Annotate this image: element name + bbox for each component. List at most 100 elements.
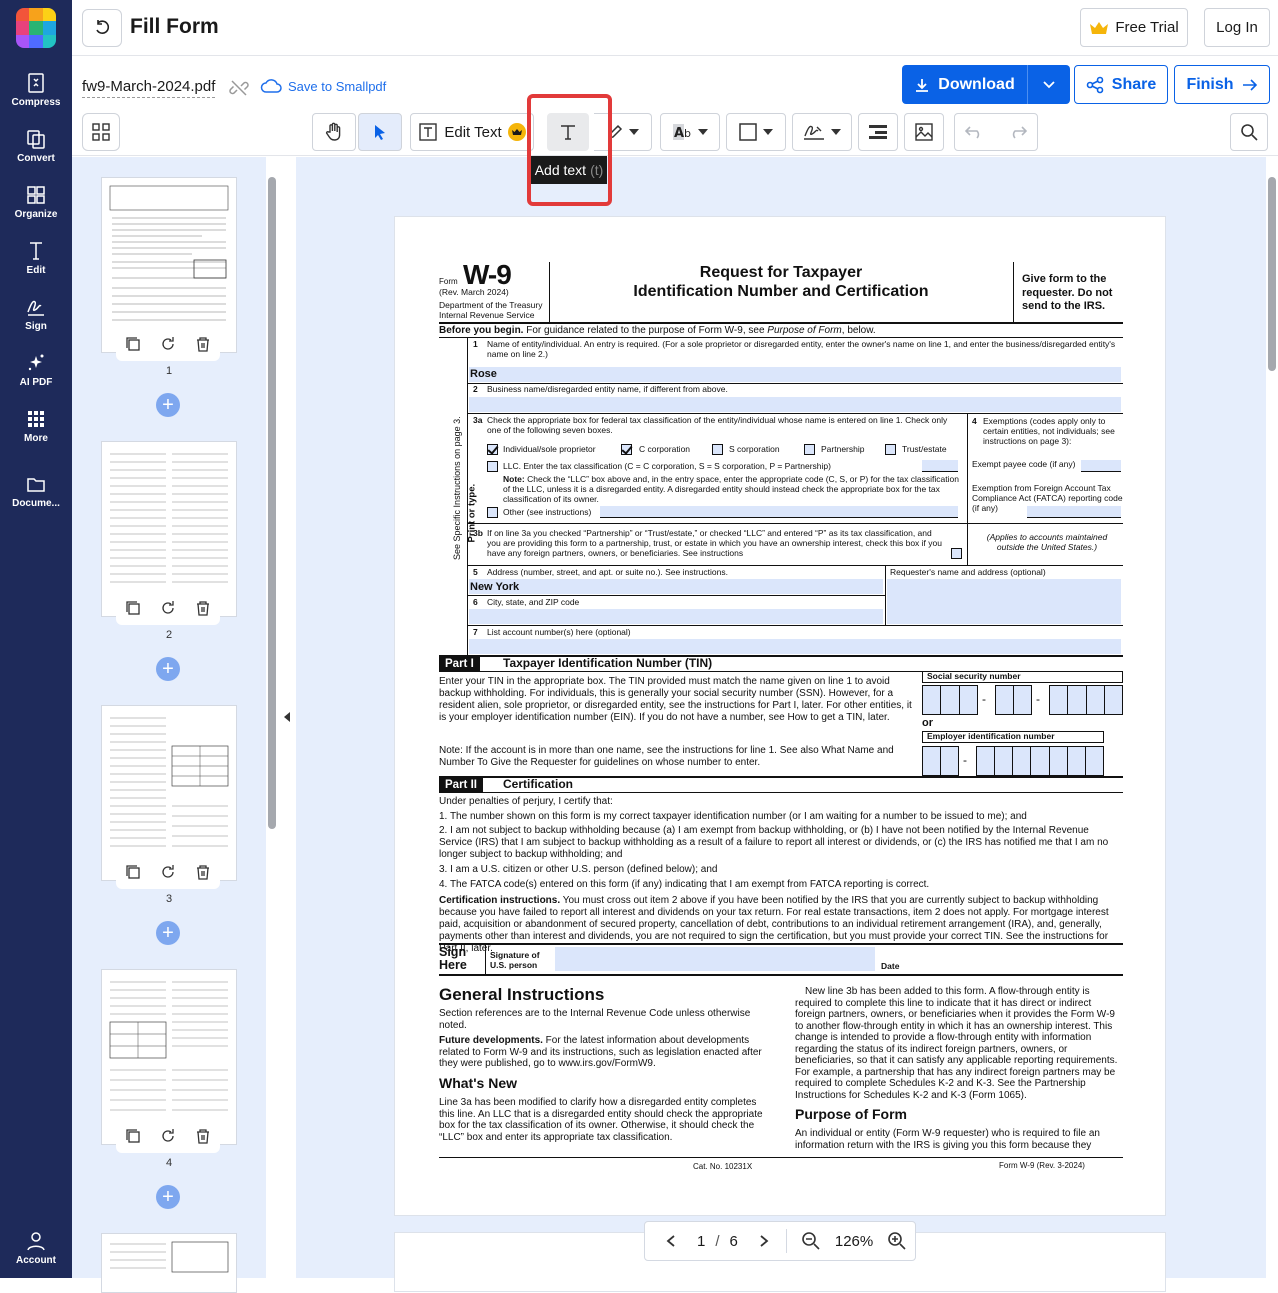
form-fields-button[interactable] [858,113,898,151]
thumbnail-scrollbar[interactable] [266,163,278,1273]
collapse-panel-icon[interactable] [284,712,290,722]
page-preview [110,1241,229,1273]
line7-account-field[interactable] [469,639,1121,654]
checkbox-trust[interactable] [885,444,896,455]
exempt-payee-field[interactable] [1081,460,1121,472]
checkbox-foreign-partners[interactable] [951,548,962,559]
trash-icon[interactable] [195,600,211,616]
smallpdf-logo[interactable] [16,8,56,48]
redo-icon[interactable] [1009,125,1027,139]
insert-image-button[interactable] [904,113,944,151]
zoom-out-icon[interactable] [801,1231,821,1251]
line6-city-field[interactable] [469,609,883,624]
shape-tool-button[interactable] [726,113,786,151]
ssn-field-part2[interactable] [995,685,1032,715]
hand-tool-button[interactable] [312,113,356,151]
add-page-button[interactable]: + [156,921,180,945]
nav-documents[interactable]: Docume... [0,473,72,509]
trash-icon[interactable] [195,1128,211,1144]
edit-text-button[interactable]: Edit Text [410,113,534,151]
chevron-down-icon [698,129,708,135]
checkbox-individual[interactable] [487,444,498,455]
download-button[interactable]: Download [902,65,1028,104]
undo-icon[interactable] [965,125,983,139]
select-tool-button[interactable] [358,113,402,151]
nav-ai-pdf[interactable]: AI PDF [0,352,72,388]
unlink-icon[interactable] [229,78,249,98]
nav-edit[interactable]: Edit [0,240,72,276]
trash-icon[interactable] [195,336,211,352]
ssn-field-part1[interactable] [922,685,978,715]
current-page[interactable]: 1 [697,1233,705,1250]
top-bar: Fill Form Free Trial Log In [72,0,1278,56]
checkbox-other[interactable] [487,507,498,518]
chevron-left-icon[interactable] [665,1234,677,1248]
llc-classification-field[interactable] [922,460,958,472]
scrollbar-thumb[interactable] [1268,177,1276,371]
save-to-smallpdf-button[interactable]: Save to Smallpdf [260,78,386,94]
add-page-button[interactable]: + [156,1185,180,1209]
free-trial-button[interactable]: Free Trial [1080,8,1188,47]
checkbox-s-corporation[interactable] [712,444,723,455]
nav-more[interactable]: More [0,408,72,444]
document-scrollbar[interactable] [1266,163,1278,1273]
signature-tool-button[interactable] [792,113,852,151]
thumbnail-actions [116,1119,220,1153]
checkbox-llc[interactable] [487,461,498,472]
rotate-icon[interactable] [160,1128,176,1144]
duplicate-icon[interactable] [125,864,141,880]
nav-account[interactable]: Account [0,1230,72,1266]
rule [467,523,967,524]
share-button[interactable]: Share [1074,65,1168,104]
ein-field-part2[interactable] [976,746,1104,776]
arrow-right-icon [1242,78,1257,91]
page-thumbnail[interactable] [101,1233,237,1293]
download-options-button[interactable] [1028,65,1070,104]
nav-compress[interactable]: Compress [0,72,72,108]
rule [439,943,1123,945]
chevron-right-icon[interactable] [758,1234,770,1248]
duplicate-icon[interactable] [125,600,141,616]
sign-icon [25,296,47,318]
search-button[interactable] [1230,113,1268,151]
give-form-line1: Give form to the [1022,273,1107,285]
rotate-icon[interactable] [160,600,176,616]
rule [439,1157,1123,1158]
line5-address-field[interactable] [469,579,883,594]
add-page-button[interactable]: + [156,393,180,417]
line3a-label: Check the appropriate box for federal ta… [487,415,948,435]
share-icon [1086,76,1104,93]
zoom-level[interactable]: 126% [835,1233,873,1250]
zoom-in-icon[interactable] [887,1231,907,1251]
highlight-text-button[interactable]: Ab [660,113,720,151]
nav-sign[interactable]: Sign [0,296,72,332]
other-field[interactable] [600,506,958,518]
undo-back-button[interactable] [82,9,122,47]
ssn-field-part3[interactable] [1049,685,1123,715]
form-footer: Form W-9 (Rev. 3-2024) [999,1161,1085,1170]
requester-field[interactable] [887,579,1121,624]
duplicate-icon[interactable] [125,1128,141,1144]
line2-business-field[interactable] [469,397,1121,412]
text-highlight-icon: Ab [673,124,691,141]
rotate-icon[interactable] [160,336,176,352]
nav-organize[interactable]: Organize [0,184,72,220]
checkbox-partnership[interactable] [804,444,815,455]
thumbnail-view-button[interactable] [82,113,120,151]
page-title: Fill Form [130,15,219,38]
svg-text:A: A [674,126,684,141]
nav-convert[interactable]: Convert [0,128,72,164]
file-name[interactable]: fw9-March-2024.pdf [82,78,216,98]
login-button[interactable]: Log In [1204,8,1270,47]
finish-button[interactable]: Finish [1174,65,1270,104]
line1-name-field[interactable] [469,367,1121,382]
add-page-button[interactable]: + [156,657,180,681]
trash-icon[interactable] [195,864,211,880]
checkbox-c-corporation[interactable] [621,444,632,455]
fatca-field[interactable] [1027,506,1121,518]
signature-field[interactable] [555,947,875,971]
scrollbar-thumb[interactable] [268,177,276,829]
duplicate-icon[interactable] [125,336,141,352]
ein-field-part1[interactable] [922,746,959,776]
rotate-icon[interactable] [160,864,176,880]
